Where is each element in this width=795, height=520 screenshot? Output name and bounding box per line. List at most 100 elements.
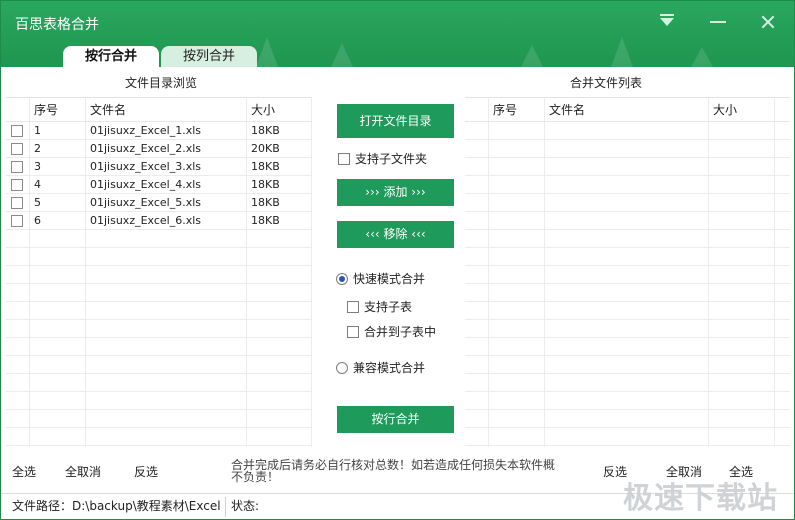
row-checkbox[interactable]	[11, 215, 23, 227]
file-path-label: 文件路径：D:\backup\教程素材\Excel	[12, 499, 221, 513]
row-index: 2	[34, 142, 41, 155]
empty-row	[6, 356, 312, 374]
table-header: 序号 文件名 大小	[6, 98, 312, 122]
warning-notice: 合并完成后请务必自行核对总数！如若造成任何损失本软件概不负责！	[231, 458, 556, 484]
empty-row	[465, 122, 790, 140]
support-sub-sheet-label: 支持子表	[364, 300, 413, 314]
main-content: 文件目录浏览 序号 文件名 大小 1 01jisuxz_Excel_1.xls …	[1, 67, 794, 519]
empty-row	[6, 320, 312, 338]
tree-decoration	[331, 43, 353, 67]
column-filename[interactable]: 文件名	[544, 98, 585, 121]
empty-row	[465, 212, 790, 230]
empty-row	[6, 266, 312, 284]
empty-row	[6, 230, 312, 248]
column-index[interactable]: 序号	[29, 98, 58, 121]
row-index: 6	[34, 214, 41, 227]
row-index: 4	[34, 178, 41, 191]
table-header: 序号 文件名 大小	[465, 98, 790, 122]
empty-row	[6, 284, 312, 302]
status-separator	[225, 497, 226, 517]
row-index: 3	[34, 160, 41, 173]
empty-row	[6, 302, 312, 320]
watermark-logo: 极速下载站	[623, 481, 778, 516]
table-row[interactable]: 2 01jisuxz_Excel_2.xls 20KB	[6, 140, 312, 158]
file-browser-table[interactable]: 序号 文件名 大小 1 01jisuxz_Excel_1.xls 18KB 2 …	[6, 97, 312, 447]
empty-row	[465, 230, 790, 248]
column-size[interactable]: 大小	[246, 98, 275, 121]
merge-into-sub-sheet-checkbox[interactable]: 合并到子表中	[347, 325, 436, 339]
compat-mode-radio[interactable]: 兼容模式合并	[336, 361, 425, 375]
tab-merge-by-row[interactable]: 按行合并	[63, 46, 159, 67]
right-select-all-link[interactable]: 全选	[729, 463, 753, 480]
minimize-icon[interactable]	[704, 9, 732, 35]
status-bar: 文件路径：D:\backup\教程素材\Excel 状态: 极速下载站	[1, 484, 794, 519]
table-row[interactable]: 5 01jisuxz_Excel_5.xls 18KB	[6, 194, 312, 212]
title-bar: 百思表格合并 按行合并 按列合并	[1, 1, 794, 67]
row-checkbox[interactable]	[11, 161, 23, 173]
row-checkbox[interactable]	[11, 125, 23, 137]
table-row[interactable]: 3 01jisuxz_Excel_3.xls 18KB	[6, 158, 312, 176]
tree-decoration	[611, 37, 633, 67]
remove-button[interactable]: ‹‹‹ 移除 ‹‹‹	[337, 221, 454, 248]
empty-row	[465, 266, 790, 284]
checkbox-box[interactable]	[347, 326, 359, 338]
row-checkbox[interactable]	[11, 197, 23, 209]
column-filename[interactable]: 文件名	[85, 98, 126, 121]
empty-row	[465, 428, 790, 446]
empty-row	[465, 338, 790, 356]
left-panel-caption: 文件目录浏览	[124, 76, 197, 90]
add-button[interactable]: ››› 添加 ›››	[337, 179, 454, 206]
row-checkbox[interactable]	[11, 179, 23, 191]
empty-row	[6, 338, 312, 356]
status-label: 状态:	[231, 499, 260, 513]
row-checkbox[interactable]	[11, 143, 23, 155]
empty-row	[465, 140, 790, 158]
empty-row	[465, 356, 790, 374]
empty-row	[465, 302, 790, 320]
merge-list-table[interactable]: 序号 文件名 大小	[465, 97, 790, 447]
checkbox-box[interactable]	[338, 153, 350, 165]
window-title: 百思表格合并	[15, 17, 99, 33]
right-panel-caption: 合并文件列表	[569, 76, 642, 90]
empty-row	[465, 158, 790, 176]
open-directory-button[interactable]: 打开文件目录	[337, 104, 454, 138]
support-sub-sheet-checkbox[interactable]: 支持子表	[347, 300, 412, 314]
tree-decoration	[521, 45, 543, 67]
table-row[interactable]: 4 01jisuxz_Excel_4.xls 18KB	[6, 176, 312, 194]
menu-dropdown-icon[interactable]	[653, 9, 681, 35]
include-subfolders-checkbox[interactable]: 支持子文件夹	[338, 152, 427, 166]
row-filename: 01jisuxz_Excel_2.xls	[90, 142, 202, 155]
radio-unselected[interactable]	[336, 362, 348, 374]
empty-row	[6, 248, 312, 266]
fast-mode-radio[interactable]: 快速模式合并	[336, 272, 425, 286]
empty-row	[465, 194, 790, 212]
radio-selected[interactable]	[336, 273, 348, 285]
row-size: 18KB	[251, 160, 280, 173]
row-index: 5	[34, 196, 41, 209]
row-filename: 01jisuxz_Excel_4.xls	[90, 178, 202, 191]
right-invert-link[interactable]: 反选	[603, 463, 627, 480]
checkbox-box[interactable]	[347, 301, 359, 313]
column-index[interactable]: 序号	[488, 98, 517, 121]
row-index: 1	[34, 124, 41, 137]
compat-mode-label: 兼容模式合并	[353, 361, 426, 375]
left-select-none-link[interactable]: 全取消	[65, 463, 101, 480]
tree-decoration	[256, 37, 278, 67]
empty-row	[465, 410, 790, 428]
merge-by-row-button[interactable]: 按行合并	[337, 406, 454, 433]
table-row[interactable]: 6 01jisuxz_Excel_6.xls 18KB	[6, 212, 312, 230]
empty-row	[465, 248, 790, 266]
app-window: 百思表格合并 按行合并 按列合并 文件目录浏览 序号 文件名 大小 1 01ji…	[0, 0, 795, 520]
row-size: 18KB	[251, 178, 280, 191]
empty-row	[465, 392, 790, 410]
column-size[interactable]: 大小	[708, 98, 737, 121]
tab-merge-by-column[interactable]: 按列合并	[161, 46, 257, 67]
include-subfolders-label: 支持子文件夹	[355, 152, 428, 166]
fast-mode-label: 快速模式合并	[353, 272, 426, 286]
row-filename: 01jisuxz_Excel_6.xls	[90, 214, 202, 227]
left-select-all-link[interactable]: 全选	[12, 463, 36, 480]
right-select-none-link[interactable]: 全取消	[666, 463, 702, 480]
table-row[interactable]: 1 01jisuxz_Excel_1.xls 18KB	[6, 122, 312, 140]
close-icon[interactable]	[754, 9, 782, 35]
left-invert-link[interactable]: 反选	[134, 463, 158, 480]
